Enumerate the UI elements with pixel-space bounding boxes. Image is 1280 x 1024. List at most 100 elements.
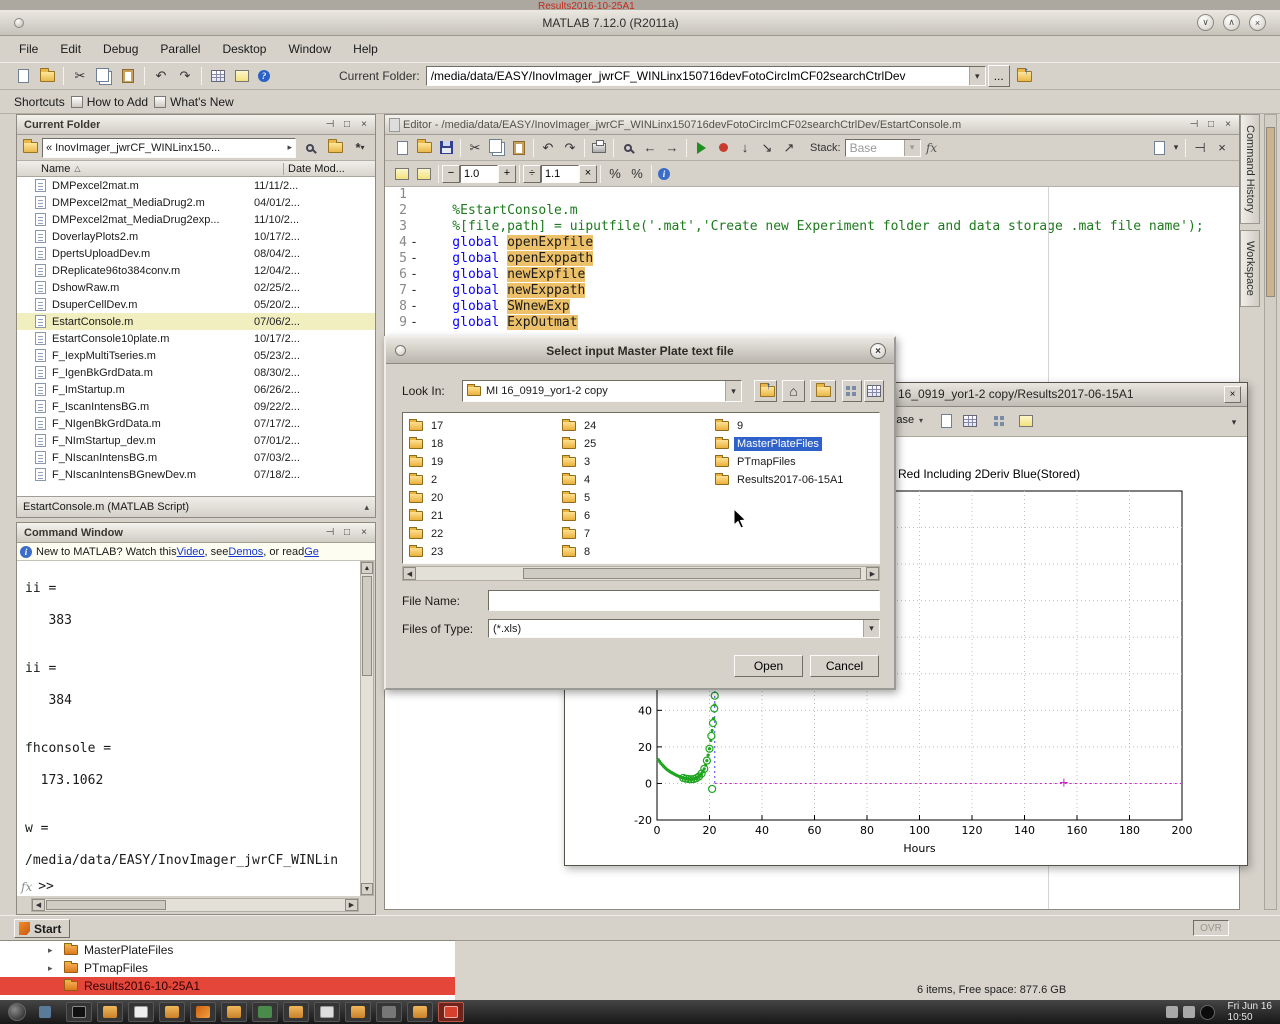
scrollbar-thumb[interactable]	[46, 900, 166, 910]
new-folder-icon[interactable]	[324, 137, 346, 159]
matlab-start-button[interactable]: Start	[14, 919, 70, 938]
folder-icon[interactable]	[21, 137, 39, 159]
getting-started-link[interactable]: Ge	[304, 546, 319, 558]
taskbar-window-button[interactable]	[190, 1002, 216, 1022]
table-view-icon[interactable]	[959, 410, 981, 432]
folder-item[interactable]: 2	[407, 471, 560, 489]
taskbar-window-button[interactable]	[438, 1002, 464, 1022]
maximize-panel-icon[interactable]: □	[340, 526, 354, 540]
code-line[interactable]: 7- global newExppath	[385, 283, 1239, 299]
forward-icon[interactable]: →	[661, 137, 683, 159]
folder-tree-row[interactable]: ▸ Results2016-10-25A1	[0, 977, 455, 995]
demos-link[interactable]: Demos	[228, 546, 263, 558]
close-panel-icon[interactable]: ×	[357, 118, 371, 132]
file-name-input[interactable]	[488, 590, 880, 611]
paste-icon[interactable]	[117, 65, 139, 87]
folder-item[interactable]: 5	[560, 489, 713, 507]
new-script-icon[interactable]	[391, 137, 413, 159]
browse-folder-button[interactable]: ...	[988, 65, 1010, 87]
breakpoint-column[interactable]: -	[407, 299, 421, 314]
taskbar-clock[interactable]: Fri Jun 16 10:50	[1228, 1001, 1272, 1023]
tab-workspace[interactable]: Workspace	[1240, 230, 1260, 307]
home-icon[interactable]: ⌂	[782, 380, 805, 402]
maximize-button[interactable]: ∧	[1223, 14, 1240, 31]
scroll-right-icon[interactable]: ▶	[345, 899, 358, 911]
list-view-icon[interactable]	[842, 380, 862, 402]
file-row[interactable]: F_NIgenBkGrdData.m 07/17/2...	[17, 415, 375, 432]
undo-icon[interactable]: ↶	[150, 65, 172, 87]
folder-item[interactable]: 7	[560, 525, 713, 543]
actions-gear-icon[interactable]: *▾	[349, 137, 371, 159]
file-row[interactable]: F_NIscanIntensBGnewDev.m 07/18/2...	[17, 466, 375, 483]
undock-icon[interactable]: ⊣	[323, 526, 337, 540]
stack-combo[interactable]: Base ▾	[845, 139, 921, 157]
folder-item[interactable]: Results2017-06-15A1	[713, 471, 866, 489]
layout-chevron-icon[interactable]: ▾	[1170, 137, 1182, 159]
video-link[interactable]: Video	[177, 546, 205, 558]
menu-item[interactable]: Window	[277, 37, 342, 61]
cell-divider-icon[interactable]	[413, 163, 435, 185]
file-row[interactable]: F_IgenBkGrdData.m 08/30/2...	[17, 364, 375, 381]
command-prompt[interactable]: fx >>	[21, 879, 54, 894]
shortcut-how-to-add[interactable]: How to Add	[71, 95, 148, 109]
scroll-left-icon[interactable]: ◀	[403, 567, 416, 580]
step-icon[interactable]: ↓	[734, 137, 756, 159]
editor-close-icon[interactable]: ×	[1211, 137, 1233, 159]
decrease-value-button[interactable]: −	[442, 165, 460, 183]
dialog-close-icon[interactable]: ×	[870, 343, 886, 359]
taskbar-window-button[interactable]	[221, 1002, 247, 1022]
code-line[interactable]: 3 %[file,path] = uiputfile('.mat','Creat…	[385, 219, 1239, 235]
scroll-down-icon[interactable]: ▼	[361, 883, 373, 895]
file-row[interactable]: DMPexcel2mat_MediaDrug2.m 04/01/2...	[17, 194, 375, 211]
editor-titlebar[interactable]: Editor - /media/data/EASY/InovImager_jwr…	[385, 115, 1239, 135]
paste-icon[interactable]	[508, 137, 530, 159]
maximize-panel-icon[interactable]: □	[340, 118, 354, 132]
console-output[interactable]: ii = 383ii = 384fhconsole = 173.1062w =/…	[17, 561, 360, 896]
look-in-combo[interactable]: MI 16_0919_yor1-2 copy ▾	[462, 380, 742, 402]
current-folder-combo[interactable]: ▾	[426, 66, 986, 86]
increase-value-button[interactable]: +	[498, 165, 516, 183]
scroll-up-icon[interactable]: ▲	[361, 562, 373, 574]
folder-item[interactable]: MasterPlateFiles	[713, 435, 866, 453]
menu-item[interactable]: File	[8, 37, 49, 61]
tab-command-history[interactable]: Command History	[1240, 114, 1260, 224]
new-file-icon[interactable]	[12, 65, 34, 87]
files-of-type-combo[interactable]: (*.xls) ▾	[488, 619, 880, 638]
copy-icon[interactable]	[486, 137, 508, 159]
close-panel-icon[interactable]: ×	[357, 526, 371, 540]
redo-icon[interactable]: ↷	[559, 137, 581, 159]
breakpoint-column[interactable]: -	[407, 251, 421, 266]
code-line[interactable]: 1	[385, 187, 1239, 203]
cancel-button[interactable]: Cancel	[810, 655, 879, 677]
app-menu-icon[interactable]	[8, 1003, 26, 1021]
column-name[interactable]: Name	[17, 163, 70, 175]
step-in-icon[interactable]: ↘	[756, 137, 778, 159]
up-one-level-icon[interactable]: ↑	[754, 380, 777, 402]
save-icon[interactable]	[435, 137, 457, 159]
open-file-icon[interactable]	[413, 137, 435, 159]
folder-item[interactable]: 20	[407, 489, 560, 507]
close-button[interactable]: ×	[1249, 14, 1266, 31]
shortcut-whats-new[interactable]: What's New	[154, 95, 234, 109]
folder-item[interactable]: 6	[560, 507, 713, 525]
column-date-modified[interactable]: Date Mod...	[283, 163, 375, 175]
horizontal-scrollbar[interactable]: ◀ ▶	[31, 898, 359, 912]
cut-icon[interactable]: ✂	[69, 65, 91, 87]
breadcrumb-expand-icon[interactable]: ▸	[287, 142, 292, 153]
editor-dock-icon[interactable]: ⊣	[1189, 137, 1211, 159]
current-folder-header[interactable]: Current Folder ⊣ □ ×	[17, 115, 375, 135]
taskbar-window-button[interactable]	[376, 1002, 402, 1022]
breadcrumb-collapse-icon[interactable]: «	[46, 142, 52, 154]
folder-item[interactable]: 18	[407, 435, 560, 453]
breakpoint-icon[interactable]	[712, 137, 734, 159]
code-line[interactable]: 5- global openExppath	[385, 251, 1239, 267]
window-menu-icon[interactable]	[14, 18, 24, 28]
details-view-icon[interactable]	[864, 380, 884, 402]
folder-tree-row[interactable]: ▸ MasterPlateFiles	[0, 941, 455, 959]
taskbar-window-button[interactable]	[314, 1002, 340, 1022]
insert-function-icon[interactable]: fx	[921, 137, 943, 159]
cut-icon[interactable]: ✂	[464, 137, 486, 159]
code-line[interactable]: 9- global ExpOutmat	[385, 315, 1239, 331]
step-out-icon[interactable]: ↗	[778, 137, 800, 159]
dialog-menu-icon[interactable]	[395, 345, 406, 356]
